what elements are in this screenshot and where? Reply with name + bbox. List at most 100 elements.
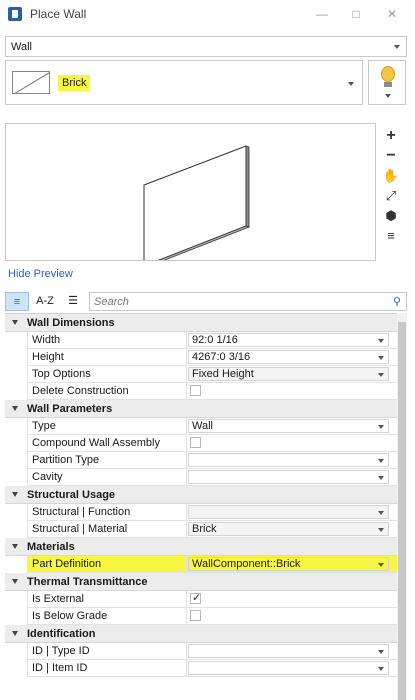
wall-preview[interactable] [5,123,376,268]
is-below-grade-checkbox[interactable] [190,610,201,621]
part-definition-dropdown[interactable]: WallComponent::Brick [188,557,389,571]
property-row-height: Height 4267:0 3/16 [27,349,397,366]
property-row-partition-type: Partition Type [27,452,397,469]
chevron-down-icon [378,667,384,671]
compound-wall-checkbox[interactable] [190,437,201,448]
property-row-structural-material: Structural | Material Brick [27,521,397,538]
chevron-down-icon [378,650,384,654]
close-icon[interactable]: ✕ [382,5,402,23]
pan-hand-icon[interactable]: ✋ [381,167,401,185]
property-row-top-options: Top Options Fixed Height [27,366,397,383]
settings-view-icon[interactable]: ☰ [61,292,85,311]
element-type-value: Wall [11,41,32,53]
property-row-type: Type Wall [27,418,397,435]
collapse-caret-icon [12,631,18,636]
top-options-dropdown[interactable]: Fixed Height [188,367,389,381]
structural-material-dropdown[interactable]: Brick [188,522,389,536]
fit-view-icon[interactable]: ⤢ [381,187,401,205]
maximize-icon[interactable]: □ [346,5,366,23]
chevron-down-icon [378,563,384,567]
id-type-dropdown[interactable] [188,644,389,658]
collapse-caret-icon [12,492,18,497]
property-label: Top Options [27,366,187,382]
property-label: Width [27,332,187,348]
property-toolbar: ≡ A-Z ☰ ⚲ [5,290,407,312]
chevron-down-icon [378,511,384,515]
chevron-down-icon [378,528,384,532]
property-value: Wall [192,420,213,432]
element-type-select[interactable]: Wall [5,36,407,57]
zoom-out-button[interactable]: − [381,147,401,165]
collapse-caret-icon [12,544,18,549]
category-label: Thermal Transmittance [27,576,148,588]
property-value: 92:0 1/16 [192,334,238,346]
collapse-caret-icon [12,406,18,411]
property-row-delete-construction: Delete Construction [27,383,397,400]
is-external-checkbox[interactable] [190,591,201,604]
minimize-icon[interactable]: — [312,5,332,23]
category-label: Structural Usage [27,489,116,501]
partition-type-dropdown[interactable] [188,453,389,467]
category-thermal-transmittance[interactable]: Thermal Transmittance [5,573,397,591]
lightbulb-base-icon [384,82,392,87]
category-materials[interactable]: Materials [5,538,397,556]
hide-preview-link[interactable]: Hide Preview [8,268,73,280]
property-row-structural-function: Structural | Function [27,504,397,521]
layers-icon[interactable]: ≡ [381,227,401,245]
type-dropdown[interactable]: Wall [188,419,389,433]
property-grid: Wall Dimensions Width 92:0 1/16 Height 4… [5,313,397,700]
search-icon[interactable]: ⚲ [393,295,401,308]
app-icon [8,7,22,21]
window-title: Place Wall [30,7,87,21]
property-row-id-type: ID | Type ID [27,643,397,660]
wall-type-picker[interactable]: Brick [5,60,363,105]
delete-construction-checkbox[interactable] [190,385,201,396]
alphabetical-view-button[interactable]: A-Z [33,292,57,311]
wall-type-swatch-icon [12,71,50,94]
property-label: Type [27,418,187,434]
property-label: Structural | Function [27,504,187,520]
property-label: ID | Item ID [27,660,187,676]
property-label: Is External [27,591,187,607]
property-label: Part Definition [27,556,187,572]
category-structural-usage[interactable]: Structural Usage [5,486,397,504]
property-row-is-external: Is External [27,591,397,608]
height-dropdown[interactable]: 4267:0 3/16 [188,350,389,364]
chevron-down-icon [378,459,384,463]
chevron-down-icon [378,339,384,343]
lightbulb-button[interactable] [368,60,406,105]
property-row-compound-wall: Compound Wall Assembly [27,435,397,452]
category-label: Wall Parameters [27,403,113,415]
chevron-down-icon [394,45,400,49]
cavity-dropdown[interactable] [188,470,389,484]
category-identification[interactable]: Identification [5,625,397,643]
property-label: Partition Type [27,452,187,468]
width-dropdown[interactable]: 92:0 1/16 [188,333,389,347]
chevron-down-icon [385,94,391,98]
structural-function-dropdown[interactable] [188,505,389,519]
chevron-down-icon [378,356,384,360]
categorized-view-icon[interactable]: ≡ [5,292,29,311]
view-cube-icon[interactable]: ⬢ [381,207,401,225]
category-wall-dimensions[interactable]: Wall Dimensions [5,314,397,332]
property-value: WallComponent::Brick [192,558,301,570]
chevron-down-icon [378,373,384,377]
property-label: ID | Type ID [27,643,187,659]
property-search: ⚲ [89,292,407,311]
property-label: Compound Wall Assembly [27,435,187,451]
category-wall-parameters[interactable]: Wall Parameters [5,400,397,418]
chevron-down-icon [378,476,384,480]
scrollbar-thumb[interactable] [398,322,406,700]
search-input[interactable] [90,293,375,310]
wall-3d-preview [142,145,251,268]
property-value: Fixed Height [192,368,254,380]
property-value: Brick [192,523,217,535]
id-item-dropdown[interactable] [188,661,389,675]
property-row-id-item: ID | Item ID [27,660,397,677]
chevron-down-icon [378,425,384,429]
property-label: Structural | Material [27,521,187,537]
collapse-caret-icon [12,579,18,584]
wall-type-label: Brick [58,75,91,91]
zoom-in-button[interactable]: + [381,127,401,145]
property-row-is-below-grade: Is Below Grade [27,608,397,625]
